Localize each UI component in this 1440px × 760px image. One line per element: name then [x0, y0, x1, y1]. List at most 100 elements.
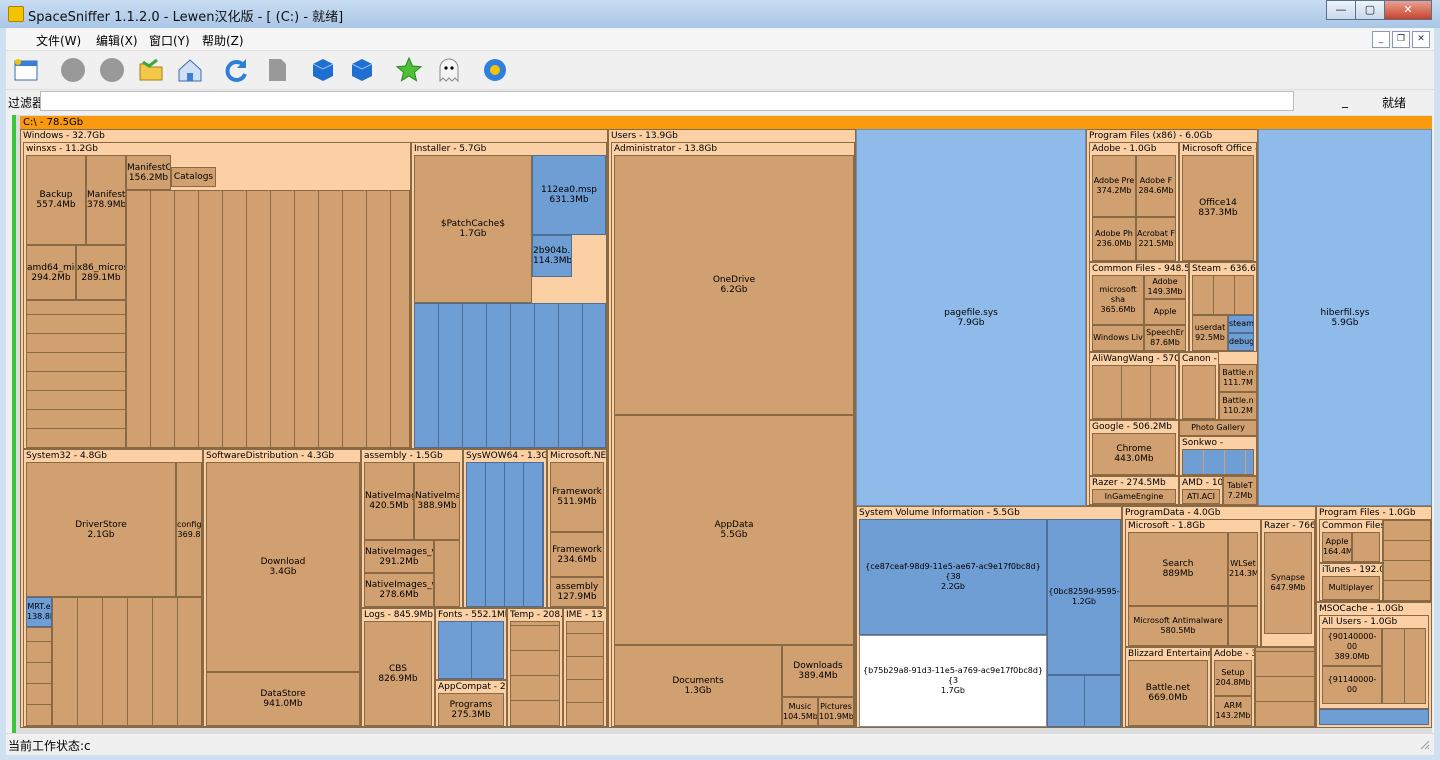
ime-files[interactable]: [566, 621, 604, 726]
folder-microsoft-office[interactable]: Microsoft Office - 9 Office14 837.3Mb: [1179, 142, 1257, 262]
syswow64-files[interactable]: [466, 462, 544, 607]
folder-adobe[interactable]: Adobe - 1.0Gb Adobe Pre 374.2Mb Adobe F …: [1089, 142, 1179, 262]
folder-common-files-pf[interactable]: Common Files Apple 164.4M: [1319, 519, 1383, 563]
folder-appdata[interactable]: AppData 5.5Gb: [614, 415, 854, 645]
folder-sonkwo[interactable]: Sonkwo -: [1179, 436, 1257, 476]
folder-system-volume-information[interactable]: System Volume Information - 5.5Gb {ce87c…: [856, 506, 1122, 728]
sonkwo-files[interactable]: [1182, 449, 1254, 475]
file-catalogs[interactable]: Catalogs: [171, 167, 216, 187]
file-manifests[interactable]: Manifests 378.9Mb: [86, 155, 126, 245]
treemap[interactable]: C:\ - 78.5Gb Windows - 32.7Gb winsxs - 1…: [12, 115, 1432, 735]
file-mrt[interactable]: MRT.e 138.8M: [26, 597, 52, 627]
system32-small-files-left[interactable]: [26, 627, 52, 726]
folder-microsoft-shared[interactable]: microsoft sha 365.6Mb: [1092, 275, 1144, 325]
fonts-files[interactable]: [438, 621, 504, 679]
folder-battle-110[interactable]: Battle.n 110.2M: [1219, 392, 1257, 420]
folder-programs[interactable]: Programs 275.3Mb: [438, 693, 504, 726]
folder-administrator[interactable]: Administrator - 13.8Gb OneDrive 6.2Gb Ap…: [611, 142, 855, 727]
folder-icon[interactable]: [137, 56, 165, 84]
folder-userdata[interactable]: userdat 92.5Mb: [1192, 315, 1228, 351]
folder-download[interactable]: Download 3.4Gb: [206, 462, 360, 672]
cube-icon[interactable]: [309, 56, 337, 84]
folder-apple-pf[interactable]: Apple 164.4M: [1322, 532, 1352, 562]
file-svi-ce87ceaf[interactable]: {ce87ceaf-98d9-11e5-ae67-ac9e17f0bc8d}{3…: [859, 519, 1047, 635]
minimize-button[interactable]: —: [1326, 0, 1356, 20]
menu-help[interactable]: 帮助(Z): [202, 32, 244, 49]
folder-ingameengine[interactable]: InGameEngine: [1092, 489, 1176, 504]
menu-file[interactable]: 文件(W): [36, 32, 81, 49]
file-backup[interactable]: Backup 557.4Mb: [26, 155, 86, 245]
folder-office14[interactable]: Office14 837.3Mb: [1182, 155, 1254, 261]
folder-assembly2[interactable]: assembly 127.9Mb: [550, 577, 604, 607]
folder-cbs[interactable]: CBS 826.9Mb: [364, 621, 432, 726]
folder-nativeimag1[interactable]: NativeImag 420.5Mb: [364, 462, 414, 540]
folder-windows-live[interactable]: Windows Liv: [1092, 325, 1144, 351]
file-svi-0bc8259d[interactable]: {0bc8259d-9595- 1.2Gb: [1047, 519, 1121, 675]
winsxs-small-files-left[interactable]: [26, 300, 126, 448]
folder-canon[interactable]: Canon - 2: [1179, 352, 1219, 420]
menu-edit[interactable]: 编辑(X): [96, 32, 138, 49]
folder-pictures[interactable]: Pictures 101.9Mb: [818, 697, 854, 726]
folder-programdata[interactable]: ProgramData - 4.0Gb Microsoft - 1.8Gb Se…: [1122, 506, 1316, 728]
folder-adobe-premiere[interactable]: Adobe Pre 374.2Mb: [1092, 155, 1136, 217]
file-hiberfil[interactable]: hiberfil.sys 5.9Gb: [1258, 129, 1432, 506]
folder-amd[interactable]: AMD - 10 ATI.ACI: [1179, 476, 1223, 505]
folder-windows[interactable]: Windows - 32.7Gb winsxs - 11.2Gb Backup …: [20, 129, 608, 728]
folder-syswow64[interactable]: SysWOW64 - 1.3Gb: [463, 449, 547, 608]
folder-apple[interactable]: Apple: [1144, 299, 1186, 325]
folder-multiplayer[interactable]: Multiplayer: [1322, 576, 1380, 600]
folder-tablet[interactable]: TableT 7.2Mb: [1223, 476, 1257, 505]
aliwangwang-files[interactable]: [1092, 365, 1176, 419]
folder-datastore[interactable]: DataStore 941.0Mb: [206, 672, 360, 726]
folder-antimalware[interactable]: Microsoft Antimalware 580.5Mb: [1128, 606, 1228, 646]
gear-icon[interactable]: [481, 56, 509, 84]
folder-synapse[interactable]: Synapse 647.9Mb: [1264, 532, 1312, 634]
steam-files[interactable]: [1192, 275, 1254, 315]
folder-setup[interactable]: Setup 204.8Mb: [1214, 660, 1252, 696]
folder-90140000[interactable]: {90140000-00 389.0Mb: [1322, 628, 1382, 666]
filter-input[interactable]: [40, 91, 1294, 111]
folder-battle-net[interactable]: Battle.net 669.0Mb: [1128, 660, 1208, 726]
folder-speechengine[interactable]: SpeechEr 87.6Mb: [1144, 325, 1186, 351]
folder-microsoft-net[interactable]: Microsoft.NE Framework 511.9Mb Framework…: [547, 449, 607, 608]
svi-small-files[interactable]: [1047, 675, 1121, 727]
folder-program-files-x86[interactable]: Program Files (x86) - 6.0Gb Adobe - 1.0G…: [1086, 129, 1258, 506]
folder-winsxs[interactable]: winsxs - 11.2Gb Backup 557.4Mb Manifests…: [23, 142, 411, 449]
folder-driverstore[interactable]: DriverStore 2.1Gb: [26, 462, 176, 597]
folder-installer[interactable]: Installer - 5.7Gb $PatchCache$ 1.7Gb 112…: [411, 142, 607, 449]
programdata-small-files[interactable]: [1255, 647, 1315, 727]
winsxs-small-files[interactable]: [126, 190, 410, 448]
folder-adobe-programdata[interactable]: Adobe - 3 Setup 204.8Mb ARM 143.2Mb: [1211, 647, 1255, 727]
file-pagefile[interactable]: pagefile.sys 7.9Gb: [856, 129, 1086, 506]
circle-icon[interactable]: [98, 56, 126, 84]
program-files-small[interactable]: [1383, 519, 1431, 601]
folder-acrobat[interactable]: Acrobat F 221.5Mb: [1136, 217, 1176, 261]
folder-assembly[interactable]: assembly - 1.5Gb NativeImag 420.5Mb Nati…: [361, 449, 463, 608]
folder-gac[interactable]: [434, 540, 460, 607]
folder-all-users[interactable]: All Users - 1.0Gb {90140000-00 389.0Mb {…: [1319, 615, 1429, 709]
msocache-blue-file[interactable]: [1319, 709, 1429, 725]
folder-microsoft-programdata[interactable]: Microsoft - 1.8Gb Search 889Mb WLSet 214…: [1125, 519, 1261, 647]
folder-onedrive[interactable]: OneDrive 6.2Gb: [614, 155, 854, 415]
folder-nativeimages4[interactable]: NativeImages_v 278.6Mb: [364, 573, 434, 607]
folder-ime[interactable]: IME - 13: [563, 608, 607, 727]
system32-small-files[interactable]: [52, 597, 202, 726]
msocache-small-files[interactable]: [1382, 628, 1426, 704]
new-scan-window-icon[interactable]: [12, 56, 40, 84]
folder-steam[interactable]: Steam - 636.6M userdat 92.5Mb steam debu…: [1189, 262, 1257, 352]
resize-grip-icon[interactable]: [1420, 740, 1430, 750]
home-icon[interactable]: [176, 56, 204, 84]
folder-chrome[interactable]: Chrome 443.0Mb: [1092, 433, 1176, 475]
folder-program-files[interactable]: Program Files - 1.0Gb Common Files Apple…: [1316, 506, 1432, 602]
folder-framework2[interactable]: Framework 234.6Mb: [550, 532, 604, 577]
star-icon[interactable]: [395, 56, 423, 84]
folder-battle-111[interactable]: Battle.n 111.7M: [1219, 364, 1257, 392]
file-2b904b[interactable]: 2b904b.m 114.3Mb: [532, 235, 572, 277]
ghost-icon[interactable]: [435, 56, 463, 84]
folder-blizzard[interactable]: Blizzard Entertainme Battle.net 669.0Mb: [1125, 647, 1211, 727]
folder-aliwangwang[interactable]: AliWangWang - 570.7: [1089, 352, 1179, 420]
folder-adobe-photoshop[interactable]: Adobe Ph 236.0Mb: [1092, 217, 1136, 261]
mdi-restore-button[interactable]: ❐: [1392, 31, 1410, 48]
folder-adobe-common[interactable]: Adobe 149.3Mb: [1144, 275, 1186, 299]
folder-users[interactable]: Users - 13.9Gb Administrator - 13.8Gb On…: [608, 129, 856, 728]
